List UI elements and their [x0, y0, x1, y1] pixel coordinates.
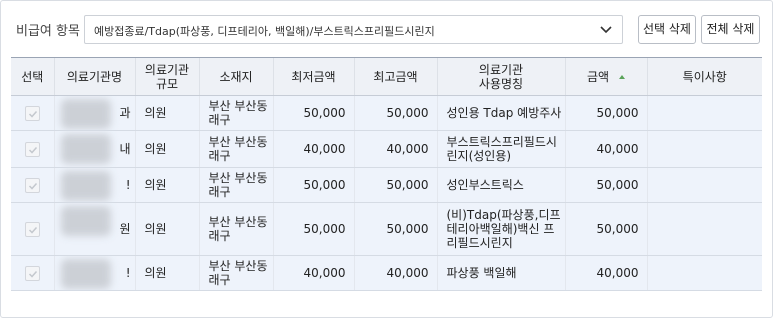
org-scale-cell: 의원 [134, 167, 199, 203]
amount-cell: 50,000 [564, 95, 647, 131]
redacted-name [60, 206, 111, 236]
min-price-cell: 40,000 [272, 130, 354, 168]
usage-name-cell: 성인용 Tdap 예방주사 [436, 95, 565, 131]
select-cell [11, 95, 54, 131]
usage-name-cell: 부스트릭스프리필드시 린지(성인용) [436, 130, 565, 168]
check-icon [28, 270, 37, 278]
notes-cell [646, 95, 762, 131]
amount-header-text: 금액 [586, 69, 610, 84]
org-name-cell[interactable]: ! [53, 167, 135, 203]
col-header-notes: 특이사항 [646, 57, 762, 96]
amount-cell: 40,000 [564, 255, 647, 291]
filter-label: 비급여 항목 [16, 24, 80, 39]
row-checkbox[interactable] [24, 105, 40, 121]
redacted-name [60, 134, 111, 164]
check-icon [28, 182, 37, 190]
org-name-suffix: 원 [119, 222, 131, 236]
table-row[interactable]: ! 의원 부산 부산동 래구 50,000 50,000 성인부스트릭스 50,… [11, 167, 762, 203]
min-price-cell: 50,000 [272, 167, 354, 203]
select-cell [11, 202, 54, 256]
org-scale-header-text: 의료기관 규모 [144, 62, 190, 91]
usage-name-cell: 파상풍 백일해 [436, 255, 565, 291]
item-select[interactable]: 예방접종료/Tdap(파상풍, 디프테리아, 백일해)/부스트릭스프리필드시린지 [84, 15, 623, 44]
max-price-cell: 40,000 [353, 130, 437, 168]
col-header-max-price[interactable]: 최고금액 [353, 57, 437, 96]
col-header-location: 소재지 [198, 57, 273, 96]
usage-name-cell: (비)Tdap(파상풍,디프 테리아백일해)백신 프 리필드시린지 [436, 202, 565, 256]
col-header-amount[interactable]: 금액 [564, 57, 647, 96]
location-cell: 부산 부산동 래구 [198, 202, 273, 256]
col-header-usage-name: 의료기관 사용명칭 [436, 57, 565, 96]
delete-selected-button[interactable]: 선택 삭제 [638, 15, 696, 44]
location-cell: 부산 부산동 래구 [198, 130, 273, 168]
redacted-name [60, 259, 111, 289]
notes-cell [646, 167, 762, 203]
redacted-name [60, 99, 111, 129]
max-price-cell: 50,000 [353, 95, 437, 131]
min-price-cell: 50,000 [272, 95, 354, 131]
results-table: 선택 의료기관명 의료기관 규모 소재지 최저금액 최고금액 의료기관 사용명칭… [11, 57, 762, 291]
amount-cell: 40,000 [564, 130, 647, 168]
min-price-cell: 40,000 [272, 255, 354, 291]
check-icon [28, 226, 37, 234]
amount-cell: 50,000 [564, 167, 647, 203]
row-checkbox[interactable] [24, 221, 40, 237]
sort-asc-icon[interactable] [619, 75, 626, 79]
location-cell: 부산 부산동 래구 [198, 95, 273, 131]
row-checkbox[interactable] [24, 177, 40, 193]
chevron-down-icon [600, 26, 612, 34]
org-name-cell[interactable]: 과 [53, 95, 135, 131]
org-name-cell[interactable]: ! [53, 255, 135, 291]
max-price-cell: 40,000 [353, 255, 437, 291]
check-icon [28, 110, 37, 118]
notes-cell [646, 202, 762, 256]
select-cell [11, 167, 54, 203]
redacted-name [60, 171, 111, 201]
usage-header-text: 의료기관 사용명칭 [478, 62, 524, 91]
location-cell: 부산 부산동 래구 [198, 255, 273, 291]
org-name-suffix: 과 [119, 106, 131, 120]
notes-cell [646, 130, 762, 168]
org-scale-cell: 의원 [134, 202, 199, 256]
max-price-cell: 50,000 [353, 167, 437, 203]
delete-all-button[interactable]: 전체 삭제 [701, 15, 760, 44]
org-name-cell[interactable]: 원 [53, 202, 135, 256]
app-frame: 비급여 항목 예방접종료/Tdap(파상풍, 디프테리아, 백일해)/부스트릭스… [0, 0, 773, 318]
row-checkbox[interactable] [24, 265, 40, 281]
org-scale-cell: 의원 [134, 255, 199, 291]
table-header-row: 선택 의료기관명 의료기관 규모 소재지 최저금액 최고금액 의료기관 사용명칭… [11, 57, 762, 96]
table-row[interactable]: 과 의원 부산 부산동 래구 50,000 50,000 성인용 Tdap 예방… [11, 95, 762, 131]
col-header-min-price[interactable]: 최저금액 [272, 57, 354, 96]
table-row[interactable]: 내 의원 부산 부산동 래구 40,000 40,000 부스트릭스프리필드시 … [11, 130, 762, 168]
table-row[interactable]: 원 의원 부산 부산동 래구 50,000 50,000 (비)Tdap(파상풍… [11, 202, 762, 256]
org-scale-cell: 의원 [134, 130, 199, 168]
col-header-org-name: 의료기관명 [53, 57, 135, 96]
org-name-suffix: ! [125, 266, 131, 280]
check-icon [28, 146, 37, 154]
item-select-value: 예방접종료/Tdap(파상풍, 디프테리아, 백일해)/부스트릭스프리필드시린지 [94, 25, 435, 38]
select-cell [11, 130, 54, 168]
col-header-select: 선택 [11, 57, 54, 96]
org-scale-cell: 의원 [134, 95, 199, 131]
org-name-cell[interactable]: 내 [53, 130, 135, 168]
table-row[interactable]: ! 의원 부산 부산동 래구 40,000 40,000 파상풍 백일해 40,… [11, 255, 762, 291]
select-cell [11, 255, 54, 291]
org-name-suffix: 내 [119, 142, 131, 156]
notes-cell [646, 255, 762, 291]
location-cell: 부산 부산동 래구 [198, 167, 273, 203]
filter-bar: 비급여 항목 예방접종료/Tdap(파상풍, 디프테리아, 백일해)/부스트릭스… [1, 1, 773, 57]
col-header-org-scale: 의료기관 규모 [134, 57, 199, 96]
usage-name-cell: 성인부스트릭스 [436, 167, 565, 203]
amount-cell: 50,000 [564, 202, 647, 256]
org-name-suffix: ! [125, 178, 131, 192]
min-price-cell: 50,000 [272, 202, 354, 256]
row-checkbox[interactable] [24, 141, 40, 157]
max-price-cell: 50,000 [353, 202, 437, 256]
